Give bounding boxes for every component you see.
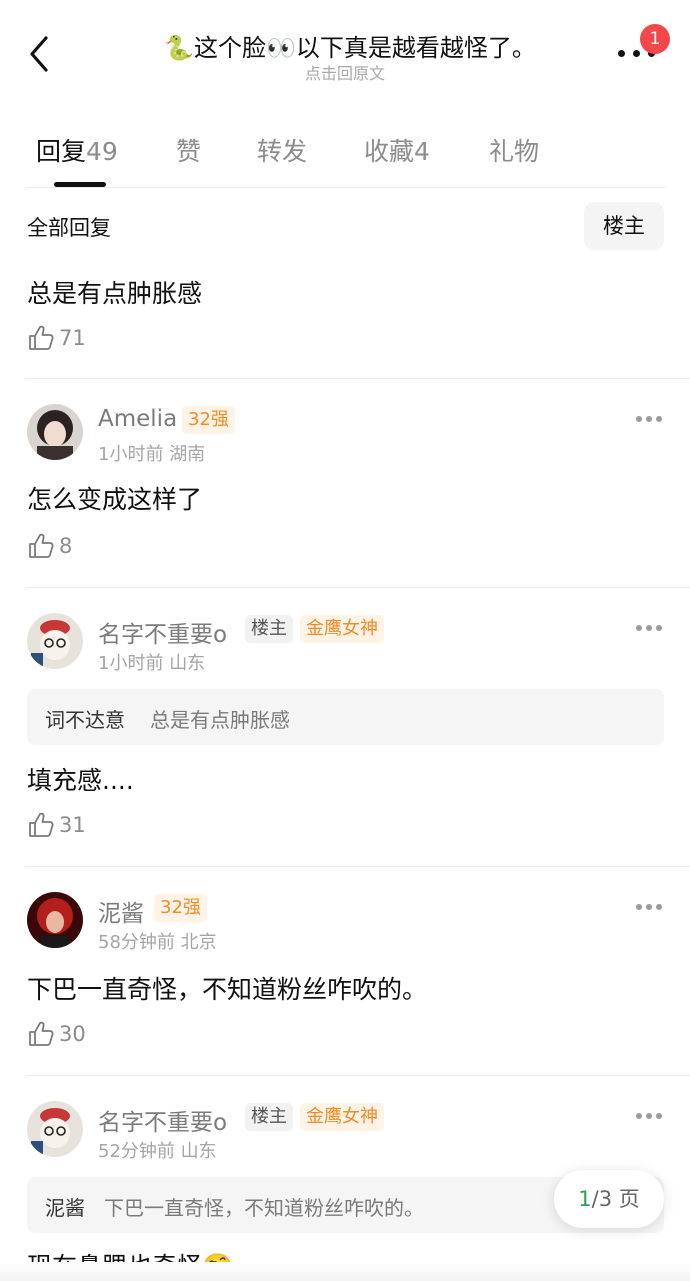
- thumbs-up-icon: [29, 533, 54, 558]
- username[interactable]: Amelia: [98, 406, 177, 432]
- more-dots-icon: [636, 1113, 642, 1119]
- quoted-author: 泥酱: [45, 1196, 85, 1220]
- comment-location: 北京: [180, 932, 217, 953]
- username[interactable]: 泥酱: [98, 894, 144, 928]
- comment-text[interactable]: 怎么变成这样了: [27, 480, 202, 516]
- thumbs-up-icon: [29, 812, 54, 837]
- avatar-image: [27, 892, 83, 948]
- tab-favorites[interactable]: 收藏4: [364, 132, 430, 168]
- owner-tag: 楼主: [245, 615, 293, 643]
- more-dot: [646, 416, 652, 422]
- more-dot: [633, 50, 640, 57]
- avatar[interactable]: [27, 613, 83, 669]
- thumbs-up-icon: [29, 1021, 54, 1046]
- like-count: 31: [59, 813, 86, 837]
- comment-time: 1小时前: [98, 653, 164, 674]
- more-dot: [656, 904, 662, 910]
- comment-meta: 1小时前 湖南: [98, 440, 205, 466]
- notification-badge: 1: [640, 24, 670, 54]
- comment-more-button[interactable]: [636, 623, 664, 633]
- comment-location: 山东: [169, 653, 206, 674]
- quoted-author: 词不达意: [45, 708, 125, 732]
- tab-label: 回复: [36, 137, 87, 166]
- comment-time: 58分钟前: [98, 932, 175, 953]
- comment-text[interactable]: 总是有点肿胀感: [27, 274, 202, 310]
- tab-count: 4: [414, 137, 430, 166]
- tab-reposts[interactable]: 转发: [257, 132, 307, 168]
- comment-location: 湖南: [169, 444, 206, 465]
- comment-meta: 58分钟前 北京: [98, 928, 217, 954]
- owner-only-filter-button[interactable]: 楼主: [584, 202, 664, 250]
- more-dot: [646, 904, 652, 910]
- all-replies-label: 全部回复: [27, 216, 111, 240]
- avatar-image: [27, 404, 83, 460]
- avatar-image: [27, 613, 83, 669]
- tab-bar: 回复49 赞 转发 收藏4 礼物: [0, 120, 690, 188]
- tab-gifts[interactable]: 礼物: [489, 132, 539, 168]
- comment-meta: 1小时前 山东: [98, 649, 205, 675]
- divider: [26, 866, 690, 867]
- owner-tag: 楼主: [245, 1103, 293, 1131]
- divider: [26, 187, 666, 188]
- more-dot: [646, 1113, 652, 1119]
- comment-more-button[interactable]: [636, 1111, 664, 1121]
- level-badge: 32强: [182, 406, 235, 434]
- divider: [26, 378, 690, 379]
- thumbs-up-icon: [29, 325, 54, 350]
- divider: [26, 1075, 690, 1076]
- quoted-text: 下巴一直奇怪，不知道粉丝咋吹的。: [104, 1196, 424, 1220]
- chevron-left-icon: [30, 36, 48, 72]
- avatar-image: [27, 1101, 83, 1157]
- comment-more-button[interactable]: [636, 902, 664, 912]
- tab-label: 收藏: [364, 137, 415, 166]
- comment-meta: 52分钟前 山东: [98, 1137, 217, 1163]
- bottom-bar-edge: [0, 1262, 690, 1281]
- tab-count: 49: [86, 137, 118, 166]
- current-page: 1: [578, 1187, 592, 1211]
- more-dot: [646, 625, 652, 631]
- more-dot: [656, 416, 662, 422]
- tab-label: 赞: [176, 137, 202, 166]
- tab-replies[interactable]: 回复49: [36, 132, 118, 168]
- username[interactable]: 名字不重要o: [98, 615, 227, 649]
- quoted-reply[interactable]: 词不达意 总是有点肿胀感: [27, 689, 664, 745]
- avatar[interactable]: [27, 892, 83, 948]
- comment-more-button[interactable]: [636, 414, 664, 424]
- page-indicator-button[interactable]: 1/3 页: [554, 1170, 664, 1228]
- level-badge: 32强: [154, 894, 207, 922]
- avatar[interactable]: [27, 404, 83, 460]
- comment-time: 1小时前: [98, 444, 164, 465]
- avatar[interactable]: [27, 1101, 83, 1157]
- level-badge: 金鹰女神: [300, 615, 384, 643]
- tab-likes[interactable]: 赞: [176, 132, 201, 168]
- level-badge: 金鹰女神: [300, 1103, 384, 1131]
- tab-label: 礼物: [489, 137, 540, 166]
- tab-label: 转发: [257, 137, 308, 166]
- comment-text[interactable]: 下巴一直奇怪，不知道粉丝咋吹的。: [27, 970, 427, 1006]
- back-to-original-link[interactable]: 点击回原文: [250, 60, 440, 84]
- back-button[interactable]: [24, 34, 56, 74]
- total-pages: /3 页: [591, 1187, 640, 1211]
- post-title[interactable]: 🐍这个脸👀以下真是越看越怪了。: [140, 28, 560, 63]
- top-bar: 🐍这个脸👀以下真是越看越怪了。 点击回原文 1: [0, 0, 690, 100]
- more-dot: [656, 625, 662, 631]
- username[interactable]: 名字不重要o: [98, 1103, 227, 1137]
- comment-time: 52分钟前: [98, 1141, 175, 1162]
- comment-location: 山东: [180, 1141, 217, 1162]
- like-count: 71: [59, 326, 86, 350]
- quoted-text: 总是有点肿胀感: [150, 708, 290, 732]
- comment-text[interactable]: 填充感....: [27, 761, 134, 797]
- divider: [26, 587, 690, 588]
- like-count: 30: [59, 1022, 86, 1046]
- more-dots-icon: [636, 904, 642, 910]
- more-dots-icon: [636, 625, 642, 631]
- more-dots-icon: [618, 50, 625, 57]
- more-dots-icon: [636, 416, 642, 422]
- like-count: 8: [59, 534, 73, 558]
- more-dot: [656, 1113, 662, 1119]
